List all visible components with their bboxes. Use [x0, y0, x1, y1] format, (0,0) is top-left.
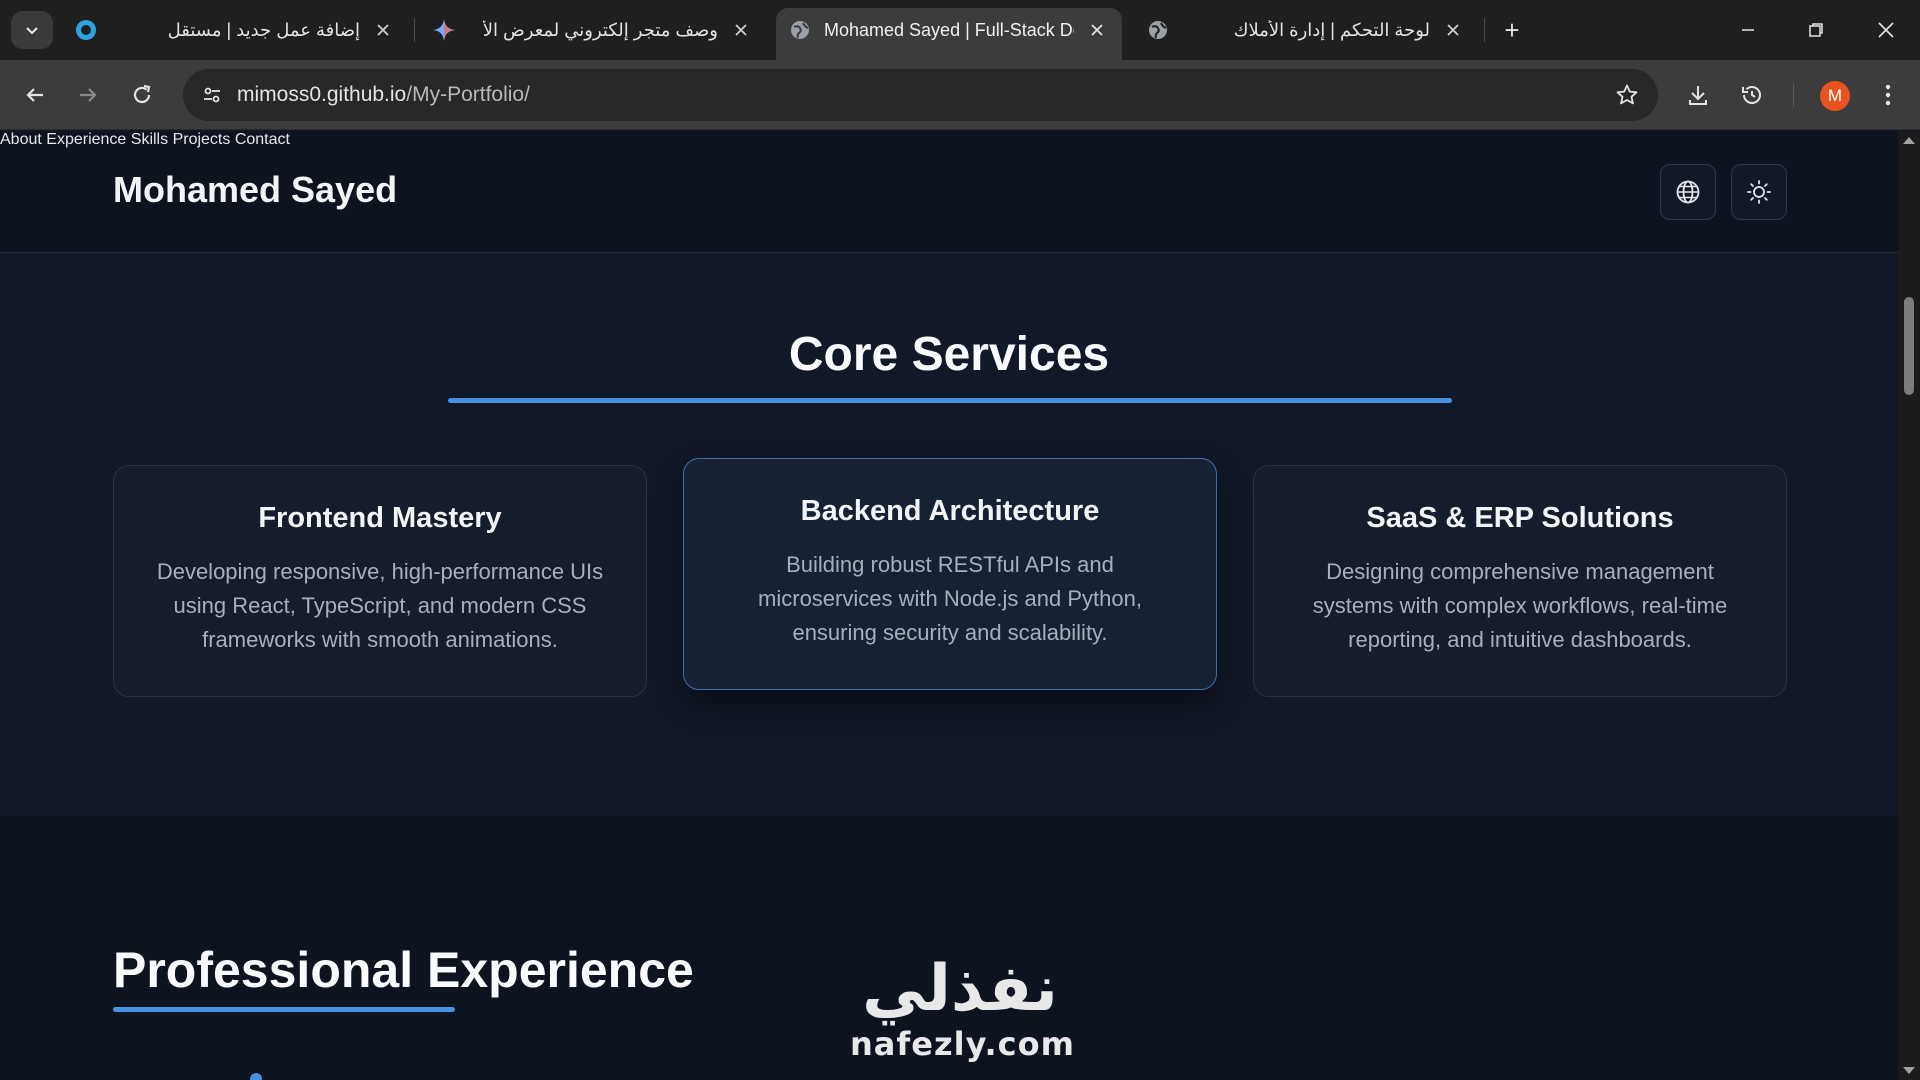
- experience-section: Professional Experience: [0, 816, 1898, 1080]
- tab-portfolio[interactable]: Mohamed Sayed | Full-Stack De: [776, 8, 1122, 60]
- download-icon: [1689, 86, 1707, 105]
- site-info-button[interactable]: [195, 79, 229, 111]
- tab-gemini[interactable]: وصف متجر إلكتروني لمعرض الأ: [428, 8, 758, 52]
- bookmark-star-icon[interactable]: [1614, 82, 1640, 108]
- nav-link-skills[interactable]: Skills: [131, 131, 168, 148]
- tab-title: Mohamed Sayed | Full-Stack De: [824, 20, 1074, 40]
- close-window-button[interactable]: [1862, 10, 1910, 50]
- scrollbar-thumb[interactable]: [1904, 297, 1914, 395]
- forward-button[interactable]: [68, 75, 108, 115]
- scroll-up-arrow-icon[interactable]: [1903, 137, 1915, 144]
- page-scrollbar[interactable]: [1898, 131, 1920, 1080]
- service-card-saas-erp[interactable]: SaaS & ERP Solutions Designing comprehen…: [1253, 465, 1787, 697]
- kebab-menu-icon: [1885, 84, 1891, 106]
- restore-icon: [1809, 23, 1823, 37]
- close-icon[interactable]: [1086, 19, 1108, 41]
- service-card-description: Building robust RESTful APIs and microse…: [758, 552, 1142, 645]
- section-title: Core Services: [788, 328, 1110, 381]
- browser-toolbar: mimoss0.github.io/My-Portfolio/: [0, 60, 1920, 130]
- chevron-down-icon: [26, 27, 38, 35]
- url-path: /My-Portfolio/: [406, 83, 530, 106]
- site-header: Mohamed Sayed About Experience Skills Pr…: [0, 131, 1898, 253]
- timeline-dot: [250, 1073, 262, 1080]
- tune-icon: [204, 87, 220, 103]
- close-icon[interactable]: [730, 19, 752, 41]
- site-logo[interactable]: Mohamed Sayed: [113, 169, 397, 211]
- nav-link-experience[interactable]: Experience: [46, 131, 126, 148]
- mostaql-circle-icon: [74, 18, 98, 42]
- globe-icon: [1676, 180, 1700, 204]
- restore-button[interactable]: [1792, 10, 1840, 50]
- tab-title: إضافة عمل جديد | مستقل: [167, 20, 360, 40]
- close-icon: [1878, 22, 1894, 38]
- section-title: Professional Experience: [113, 942, 694, 998]
- service-card-backend[interactable]: Backend Architecture Building robust RES…: [683, 458, 1217, 690]
- reload-button[interactable]: [122, 75, 162, 115]
- gemini-sparkle-icon: [432, 18, 456, 42]
- title-underline: [448, 398, 1452, 403]
- site-nav: About Experience Skills Projects Contact: [0, 131, 1898, 149]
- reload-icon: [133, 84, 151, 104]
- url-text[interactable]: mimoss0.github.io/My-Portfolio/: [237, 83, 530, 107]
- tab-separator: [414, 18, 415, 42]
- history-button[interactable]: [1732, 75, 1772, 115]
- browser-tab-bar: إضافة عمل جديد | مستقل وصف متجر إلكتروني…: [0, 0, 1920, 60]
- nav-link-about[interactable]: About: [0, 131, 42, 148]
- url-host: mimoss0.github.io: [237, 83, 407, 106]
- language-toggle-button[interactable]: [1660, 164, 1716, 220]
- minimize-icon: [1742, 29, 1754, 31]
- tab-title: وصف متجر إلكتروني لمعرض الأ: [482, 20, 718, 40]
- minimize-button[interactable]: [1724, 10, 1772, 50]
- close-icon[interactable]: [372, 19, 394, 41]
- menu-button[interactable]: [1868, 75, 1908, 115]
- nav-link-projects[interactable]: Projects: [173, 131, 231, 148]
- title-underline: [113, 1007, 455, 1012]
- scroll-down-arrow-icon[interactable]: [1903, 1067, 1915, 1074]
- service-card-title: Backend Architecture: [800, 495, 1100, 527]
- new-tab-button[interactable]: +: [1496, 14, 1528, 46]
- service-card-description: Developing responsive, high-performance …: [156, 559, 604, 652]
- arrow-right-icon: [80, 88, 97, 102]
- page-viewport: Mohamed Sayed About Experience Skills Pr…: [0, 131, 1898, 1080]
- tab-property-dashboard[interactable]: لوحة التحكم | إدارة الأملاك: [1140, 8, 1470, 52]
- tab-title: لوحة التحكم | إدارة الأملاك: [1233, 20, 1430, 40]
- toolbar-separator: [1793, 83, 1794, 107]
- service-card-description: Designing comprehensive management syste…: [1312, 559, 1728, 652]
- globe-icon: [788, 18, 812, 42]
- close-icon[interactable]: [1442, 19, 1464, 41]
- sun-icon: [1747, 180, 1771, 204]
- history-icon: [1742, 86, 1761, 104]
- profile-avatar[interactable]: M: [1820, 81, 1850, 111]
- globe-icon: [1146, 18, 1170, 42]
- service-card-frontend[interactable]: Frontend Mastery Developing responsive, …: [113, 465, 647, 697]
- service-card-title: Frontend Mastery: [258, 502, 502, 534]
- back-button[interactable]: [15, 75, 55, 115]
- core-services-section: Core Services Frontend Mastery Developin…: [0, 253, 1898, 816]
- theme-toggle-button[interactable]: [1731, 164, 1787, 220]
- tab-mostaql[interactable]: إضافة عمل جديد | مستقل: [70, 8, 400, 52]
- tab-separator: [1484, 18, 1485, 42]
- nav-link-contact[interactable]: Contact: [235, 131, 290, 148]
- address-bar[interactable]: mimoss0.github.io/My-Portfolio/: [183, 69, 1658, 121]
- downloads-button[interactable]: [1678, 75, 1718, 115]
- service-card-title: SaaS & ERP Solutions: [1366, 502, 1674, 534]
- tab-search-button[interactable]: [11, 11, 53, 49]
- arrow-left-icon: [26, 88, 43, 102]
